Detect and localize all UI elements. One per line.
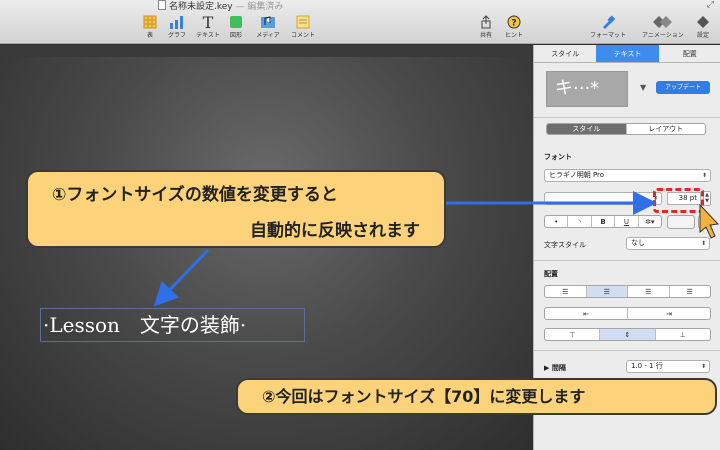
slide-text-box[interactable]: ·Lesson 文字の装飾· <box>40 308 305 342</box>
decrease-indent-icon[interactable]: ⇤ <box>545 308 628 319</box>
align-right-icon[interactable]: ☰ <box>628 286 670 297</box>
align-bottom-icon[interactable]: ⊥ <box>656 329 710 340</box>
canvas-top-strip <box>0 45 533 57</box>
svg-text:?: ? <box>511 19 516 29</box>
chevron-updown-icon: ⬍ <box>701 172 707 179</box>
style-dropdown-arrow-icon[interactable]: ▼ <box>640 83 646 92</box>
bold-button[interactable]: B <box>592 216 616 227</box>
indent-buttons: ⇤ ⇥ <box>544 307 711 320</box>
tips-icon: ? <box>494 12 534 32</box>
tab-text[interactable]: テキスト <box>596 45 659 62</box>
text-color-picker[interactable] <box>698 215 712 229</box>
animation-icon <box>642 12 682 32</box>
alignment-section-label: 配置 <box>544 270 558 278</box>
horizontal-align-buttons: ☰ ☰ ☰ ☰ <box>544 285 711 298</box>
toolbar-document-button[interactable]: 設定 <box>683 12 720 40</box>
callout-step-2: ②今回はフォントサイズ【70】に変更します <box>236 378 717 415</box>
toolbar-animation-button[interactable]: アニメーション <box>642 12 684 40</box>
divider <box>534 117 720 118</box>
align-left-icon[interactable]: ☰ <box>545 286 587 297</box>
comment-icon <box>283 12 323 32</box>
character-style-dropdown[interactable]: なし ⬍ <box>626 237 710 250</box>
paragraph-style-preview[interactable]: キ···* <box>546 71 628 107</box>
toolbar-tips-button[interactable]: ? ヒント <box>494 12 534 40</box>
underline-button[interactable]: U <box>615 216 639 227</box>
text-format-buttons: • ◝ B U ✲▾ <box>544 215 662 228</box>
toolbar: 名称未設定.key — 編集済み ⤢ 表 グラフ T テキスト 図形 メディア … <box>0 0 720 44</box>
text-subtabs: スタイル レイアウト <box>546 123 706 135</box>
spacing-section[interactable]: ▶ 間隔 <box>544 363 566 373</box>
callout-step-1: ①フォントサイズの数値を変更すると 自動的に反映されます <box>26 170 446 248</box>
vertical-align-buttons: ⊤ ⇕ ⊥ <box>544 328 711 341</box>
fullscreen-icon[interactable]: ⤢ <box>707 0 714 10</box>
tab-arrange[interactable]: 配置 <box>659 45 720 62</box>
subtab-layout[interactable]: レイアウト <box>627 124 706 134</box>
font-family-dropdown[interactable]: ヒラギノ明朝 Pro ⬍ <box>544 169 711 182</box>
format-brush-icon <box>588 12 628 32</box>
align-center-icon[interactable]: ☰ <box>586 286 628 297</box>
window-title: 名称未設定.key — 編集済み <box>158 0 283 12</box>
font-section-label: フォント <box>544 153 572 161</box>
align-middle-icon[interactable]: ⇕ <box>600 329 656 340</box>
text-color-well[interactable] <box>667 215 695 229</box>
chevron-updown-icon: ⬍ <box>700 363 706 370</box>
toolbar-format-button[interactable]: フォーマット <box>588 12 628 40</box>
align-justify-icon[interactable]: ☰ <box>670 286 711 297</box>
text-options-gear-button[interactable]: ✲▾ <box>639 216 661 227</box>
subtab-style[interactable]: スタイル <box>547 124 627 134</box>
line-spacing-dropdown[interactable]: 1.0 - 1 行 ⬍ <box>626 360 710 373</box>
chevron-updown-icon: ⬍ <box>700 240 706 247</box>
text-option-curve-button[interactable]: ◝ <box>568 216 592 227</box>
media-icon <box>248 12 288 32</box>
increase-indent-icon[interactable]: ⇥ <box>628 308 710 319</box>
align-top-icon[interactable]: ⊤ <box>545 329 601 340</box>
document-settings-icon <box>683 12 720 32</box>
font-size-stepper[interactable]: ▲ ▼ <box>703 191 711 206</box>
character-style-label: 文字スタイル <box>544 241 586 249</box>
tab-style[interactable]: スタイル <box>534 45 596 62</box>
divider <box>534 260 720 261</box>
inspector-tabs: スタイル テキスト 配置 <box>534 45 720 63</box>
toolbar-comment-button[interactable]: コメント <box>283 12 323 40</box>
text-option-bullet-button[interactable]: • <box>545 216 569 227</box>
font-weight-dropdown[interactable]: ⬍ <box>544 192 662 205</box>
divider <box>534 350 720 351</box>
font-size-highlight <box>653 188 704 213</box>
document-icon <box>158 0 166 10</box>
toolbar-media-button[interactable]: メディア <box>248 12 288 40</box>
update-style-button[interactable]: アップデート <box>656 81 710 94</box>
disclosure-triangle-icon: ▶ <box>544 364 550 372</box>
